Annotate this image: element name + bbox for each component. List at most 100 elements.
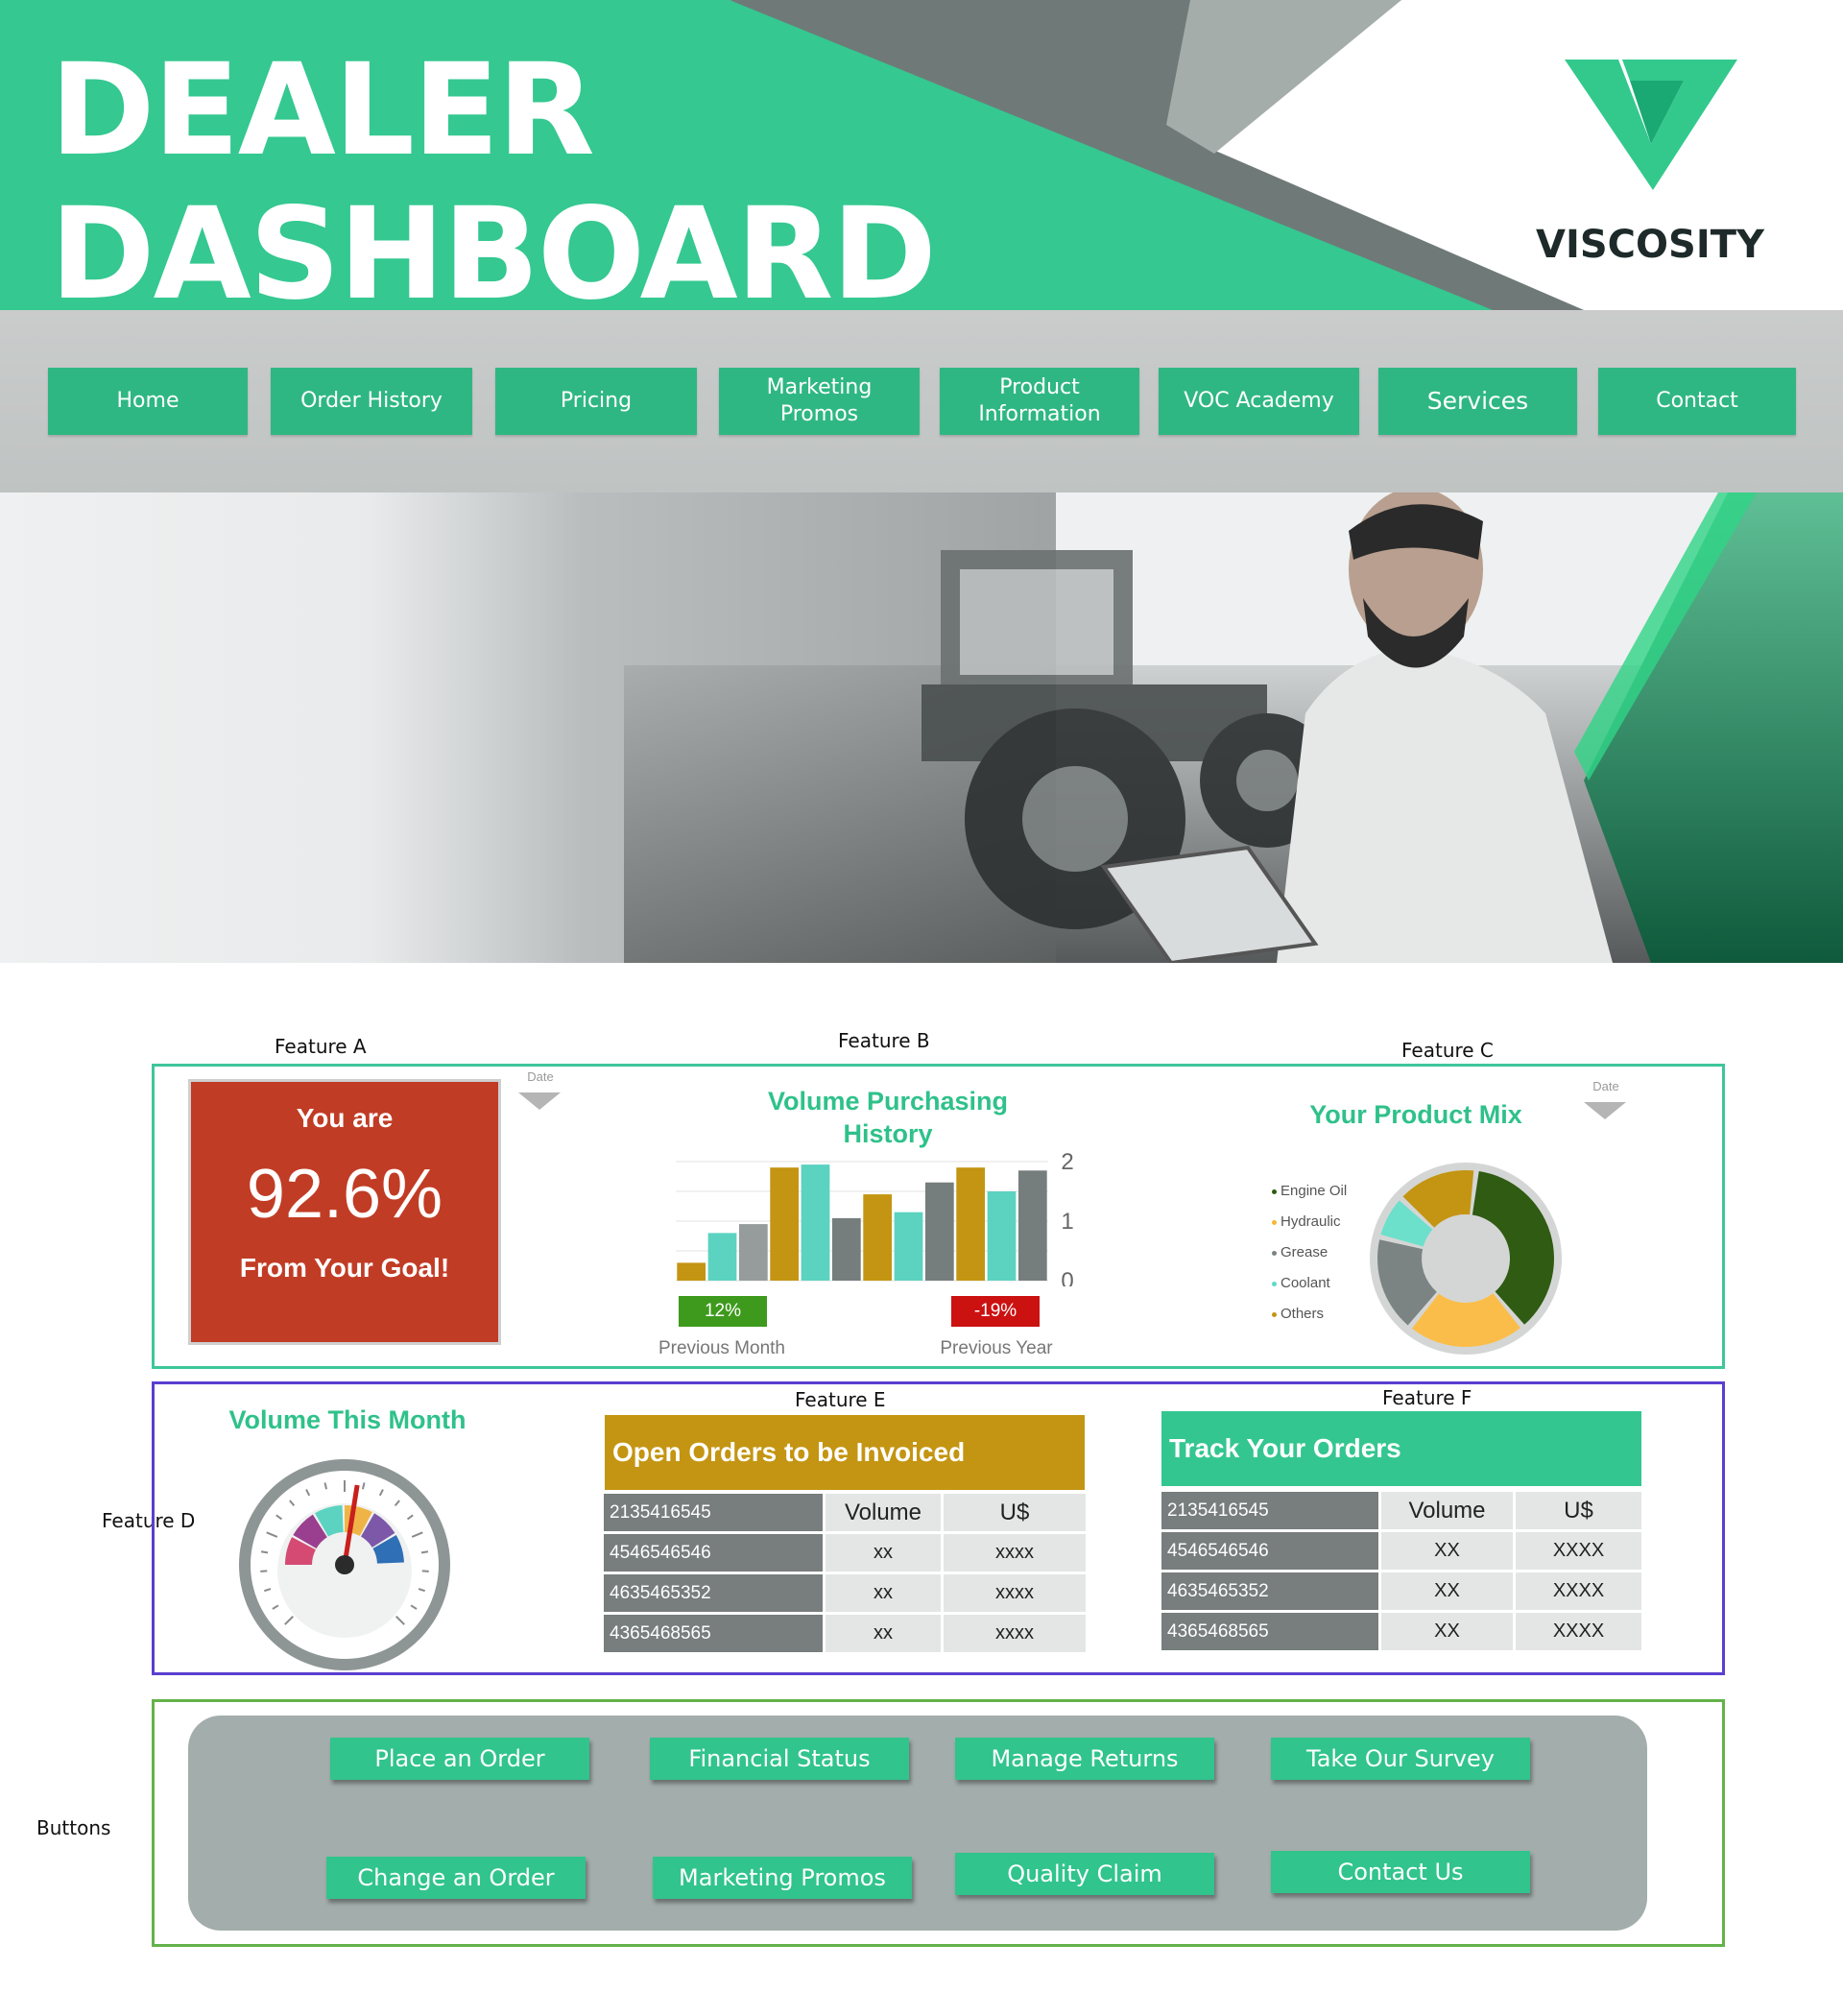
legend-item: Coolant (1272, 1275, 1330, 1291)
product-mix-donut-chart (1370, 1163, 1562, 1355)
table-cell: 4546546546 (604, 1534, 823, 1572)
title-line-2: DASHBOARD (50, 180, 937, 310)
feature-c-date-label: Date (1592, 1079, 1619, 1093)
feature-b-title-line-1: Volume Purchasing (767, 1087, 1009, 1116)
volume-bar-chart: 2 1 0 (676, 1149, 1074, 1286)
buttons-label: Buttons (36, 1816, 111, 1839)
legend-item: Engine Oil (1272, 1183, 1347, 1199)
gauge-tick (421, 1570, 429, 1572)
hero-image (0, 492, 1843, 963)
change-order-button[interactable]: Change an Order (326, 1857, 586, 1899)
previous-year-change: -19% (951, 1296, 1040, 1327)
goal-card: You are 92.6% From Your Goal! (188, 1079, 501, 1345)
gauge-tick (420, 1550, 429, 1554)
main-nav: Home Order History Pricing Marketing Pro… (0, 310, 1843, 492)
logo: VISCOSITY (1536, 60, 1764, 267)
header: DEALER DASHBOARD VISCOSITY (0, 0, 1843, 310)
legend-item: Grease (1272, 1244, 1328, 1260)
table-cell: XX (1381, 1613, 1513, 1650)
feature-c-date-dropdown-icon[interactable] (1584, 1102, 1626, 1119)
bar-chart-bar (677, 1262, 706, 1281)
legend-label: Grease (1281, 1244, 1328, 1260)
table-row[interactable]: 4546546546 XX XXXX (1161, 1532, 1641, 1570)
bar-chart-bar (987, 1191, 1017, 1281)
manage-returns-button[interactable]: Manage Returns (955, 1738, 1214, 1780)
table-cell: xxxx (944, 1615, 1086, 1652)
table-cell: XXXX (1516, 1532, 1641, 1570)
bar-chart-bar (801, 1164, 830, 1281)
page-title: DEALER DASHBOARD (50, 38, 937, 310)
nav-pricing[interactable]: Pricing (495, 368, 697, 435)
bar-chart-bar (924, 1182, 954, 1281)
table-row[interactable]: 4365468565 xx xxxx (604, 1615, 1086, 1652)
bar-chart-bar (863, 1194, 893, 1281)
nav-home[interactable]: Home (48, 368, 248, 435)
table-row[interactable]: 4635465352 xx xxxx (604, 1574, 1086, 1612)
nav-services[interactable]: Services (1378, 368, 1577, 435)
table-header-currency: U$ (1516, 1492, 1641, 1529)
bar-chart-bar (831, 1217, 861, 1281)
table-cell: xxxx (944, 1574, 1086, 1612)
table-row[interactable]: 4546546546 xx xxxx (604, 1534, 1086, 1572)
table-cell: 2135416545 (604, 1494, 823, 1531)
feature-a-date-dropdown-icon[interactable] (518, 1092, 561, 1110)
open-orders-table: 2135416545 Volume U$ 4546546546 xx xxxx … (601, 1491, 1089, 1655)
nav-marketing-promos[interactable]: Marketing Promos (719, 368, 920, 435)
quality-claim-button[interactable]: Quality Claim (955, 1853, 1214, 1895)
table-header-volume: Volume (1381, 1492, 1513, 1529)
bar-chart-y-tick: 0 (1061, 1268, 1073, 1286)
legend-dot-icon (1272, 1281, 1277, 1286)
gauge-tick (260, 1570, 268, 1572)
bar-chart-bar (770, 1167, 800, 1281)
legend-dot-icon (1272, 1250, 1277, 1256)
feature-b-title: Volume Purchasing History (730, 1085, 1046, 1150)
bar-chart-bar (707, 1233, 737, 1281)
table-cell: 2135416545 (1161, 1492, 1378, 1529)
gauge-tick (260, 1550, 269, 1554)
track-orders-header: Track Your Orders (1161, 1411, 1641, 1486)
legend-dot-icon (1272, 1311, 1277, 1317)
table-header-currency: U$ (944, 1494, 1086, 1531)
table-row[interactable]: 4365468565 XX XXXX (1161, 1613, 1641, 1650)
table-row[interactable]: 4635465352 XX XXXX (1161, 1572, 1641, 1610)
bar-chart-y-tick: 2 (1061, 1149, 1073, 1175)
legend-item: Others (1272, 1306, 1324, 1322)
previous-month-label: Previous Month (658, 1338, 785, 1358)
previous-year-label: Previous Year (940, 1338, 1053, 1358)
legend-dot-icon (1272, 1188, 1277, 1194)
bar-chart-bar (956, 1167, 986, 1281)
nav-contact[interactable]: Contact (1598, 368, 1796, 435)
table-cell: XX (1381, 1532, 1513, 1570)
financial-status-button[interactable]: Financial Status (650, 1738, 909, 1780)
table-cell: xx (826, 1534, 941, 1572)
legend-label: Coolant (1281, 1275, 1330, 1291)
legend-label: Hydraulic (1281, 1213, 1341, 1230)
bar-chart-bar (738, 1224, 768, 1281)
bar-chart-y-tick: 1 (1061, 1209, 1073, 1235)
table-row: 2135416545 Volume U$ (604, 1494, 1086, 1531)
place-order-button[interactable]: Place an Order (330, 1738, 589, 1780)
marketing-promos-button[interactable]: Marketing Promos (653, 1857, 912, 1899)
take-survey-button[interactable]: Take Our Survey (1271, 1738, 1530, 1780)
table-cell: XXXX (1516, 1572, 1641, 1610)
table-row: 2135416545 Volume U$ (1161, 1492, 1641, 1529)
goal-line-1: You are (296, 1103, 394, 1133)
table-cell: 4365468565 (1161, 1613, 1378, 1650)
table-cell: xx (826, 1574, 941, 1612)
track-orders-table: 2135416545 Volume U$ 4546546546 XX XXXX … (1159, 1489, 1644, 1653)
nav-product-information[interactable]: Product Information (940, 368, 1139, 435)
logo-text: VISCOSITY (1536, 223, 1764, 267)
previous-month-change: 12% (679, 1296, 767, 1327)
volume-gauge (239, 1459, 450, 1670)
goal-line-2: From Your Goal! (239, 1253, 450, 1283)
table-cell: 4635465352 (1161, 1572, 1378, 1610)
table-cell: xxxx (944, 1534, 1086, 1572)
feature-c-title: Your Product Mix (1309, 1100, 1522, 1129)
contact-us-button[interactable]: Contact Us (1271, 1851, 1530, 1893)
bar-chart-bar (1017, 1170, 1047, 1281)
nav-voc-academy[interactable]: VOC Academy (1159, 368, 1359, 435)
open-orders-header: Open Orders to be Invoiced (605, 1415, 1085, 1490)
legend-label: Others (1281, 1306, 1325, 1322)
nav-order-history[interactable]: Order History (271, 368, 472, 435)
legend-dot-icon (1272, 1219, 1277, 1225)
